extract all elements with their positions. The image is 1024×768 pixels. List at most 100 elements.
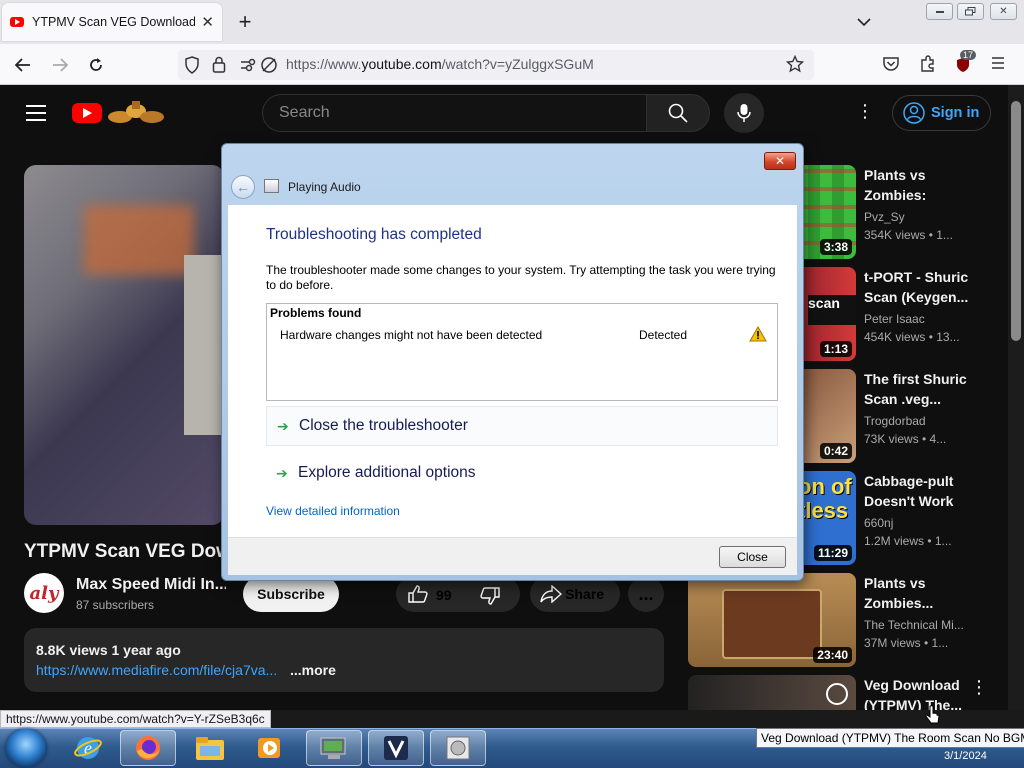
media-player-icon[interactable] <box>242 730 298 766</box>
tracking-blocked-icon[interactable] <box>260 56 278 79</box>
dialog-title: Playing Audio <box>288 180 361 194</box>
list-tabs-chevron-icon[interactable] <box>852 10 876 34</box>
dialog-close-button[interactable]: ✕ <box>764 152 796 170</box>
show-more-link[interactable]: ...more <box>290 662 336 678</box>
share-label: Share <box>565 586 604 602</box>
related-channel[interactable]: Peter Isaac <box>864 312 925 326</box>
firefox-icon[interactable] <box>120 730 176 766</box>
hamburger-menu-icon[interactable] <box>990 56 1006 75</box>
close-window-button[interactable]: ✕ <box>990 3 1017 20</box>
taskbar-tooltip: Veg Download (YTPMV) The Room Scan No BG… <box>756 728 1024 748</box>
pocket-icon[interactable] <box>882 56 900 77</box>
related-channel[interactable]: Trogdorbad <box>864 414 926 428</box>
tab-title: YTPMV Scan VEG Download - \ <box>32 15 196 29</box>
back-arrow-icon[interactable] <box>10 52 36 78</box>
share-button[interactable]: Share <box>530 576 620 612</box>
youtube-logo-icon[interactable] <box>72 103 102 123</box>
related-channel[interactable]: The Technical Mi... <box>864 618 964 632</box>
shield-icon[interactable] <box>184 56 200 79</box>
related-title[interactable]: Plants vs Zombies: <box>864 165 972 205</box>
channel-avatar[interactable]: aly <box>24 573 64 613</box>
problem-description: Hardware changes might not have been det… <box>280 328 543 342</box>
more-actions-button[interactable]: ... <box>628 576 664 612</box>
close-troubleshooter-label: Close the troubleshooter <box>299 417 468 434</box>
tab-close-icon[interactable]: ✕ <box>201 13 214 31</box>
close-troubleshooter-link[interactable]: ➔ Close the troubleshooter <box>266 406 778 446</box>
green-arrow-icon: ➔ <box>276 464 288 481</box>
file-explorer-icon[interactable] <box>182 730 238 766</box>
minimize-button[interactable] <box>926 3 953 20</box>
explore-options-link[interactable]: ➔ Explore additional options <box>266 453 778 493</box>
vegas-pro-icon[interactable] <box>368 730 424 766</box>
watch-later-icon[interactable] <box>826 683 848 705</box>
warning-icon <box>749 325 767 342</box>
dislike-icon[interactable] <box>480 587 500 610</box>
search-icon <box>668 103 688 123</box>
internet-explorer-icon[interactable]: e <box>60 730 116 766</box>
view-count-date: 8.8K views 1 year ago <box>36 642 181 658</box>
ublock-shield-icon[interactable] <box>955 57 971 78</box>
permissions-icon[interactable] <box>240 58 256 77</box>
related-title[interactable]: Veg Download (YTPMV) The... <box>864 675 972 715</box>
related-meta: 37M views • 1... <box>864 636 949 650</box>
account-icon <box>903 102 925 124</box>
related-channel[interactable]: Pvz_Sy <box>864 210 905 224</box>
sign-in-label: Sign in <box>931 105 980 121</box>
subscribe-button[interactable]: Subscribe <box>243 576 339 612</box>
related-thumbnail[interactable] <box>688 675 856 710</box>
new-tab-button[interactable]: + <box>232 9 258 35</box>
sign-in-button[interactable]: Sign in <box>892 95 991 131</box>
forward-arrow-icon[interactable] <box>47 52 73 78</box>
mouse-pointer-icon <box>925 705 941 732</box>
dialog-footer <box>228 537 797 575</box>
share-icon <box>540 585 562 603</box>
voice-search-button[interactable] <box>724 93 764 133</box>
related-title[interactable]: Plants vs Zombies... <box>864 573 972 613</box>
related-more-icon[interactable]: ⋮ <box>970 677 988 698</box>
search-input[interactable]: Search <box>262 94 646 132</box>
troubleshooter-icon <box>264 179 279 193</box>
channel-name[interactable]: Max Speed Midi In... <box>76 576 226 594</box>
guide-menu-icon[interactable] <box>26 105 46 121</box>
page-scrollbar[interactable] <box>1008 85 1024 710</box>
related-channel[interactable]: 660nj <box>864 516 893 530</box>
settings-more-icon[interactable]: ⋮ <box>856 101 874 125</box>
related-thumbnail[interactable]: 23:40 <box>688 573 856 667</box>
description-box[interactable] <box>24 628 664 692</box>
related-meta: 1.2M views • 1... <box>864 534 952 548</box>
start-button[interactable] <box>6 729 46 767</box>
related-meta: 354K views • 1... <box>864 228 953 242</box>
restore-button[interactable] <box>957 3 984 20</box>
url-text[interactable]: https://www.youtube.com/watch?v=yZulggxS… <box>286 56 594 72</box>
green-arrow-icon: ➔ <box>277 417 289 434</box>
lock-icon[interactable] <box>212 56 226 78</box>
youtube-favicon-icon <box>10 17 24 27</box>
problems-header: Problems found <box>270 306 362 320</box>
close-button[interactable]: Close <box>719 546 786 568</box>
extensions-puzzle-icon[interactable] <box>919 55 937 78</box>
related-title[interactable]: Cabbage-pult Doesn't Work i... <box>864 471 972 511</box>
system-clock-date[interactable]: 3/1/2024 <box>944 750 987 762</box>
related-title[interactable]: The first Shuric Scan .veg... <box>864 369 972 409</box>
disk-utility-icon[interactable] <box>430 730 486 766</box>
description-link[interactable]: https://www.mediafire.com/file/cja7va... <box>36 662 277 678</box>
youtube-doodle-icon[interactable] <box>106 99 166 125</box>
like-icon[interactable] <box>408 585 428 608</box>
video-duration: 3:38 <box>819 239 852 255</box>
video-title: YTPMV Scan VEG Download <box>24 541 224 562</box>
search-button[interactable] <box>646 94 710 132</box>
dialog-heading: Troubleshooting has completed <box>266 226 482 243</box>
like-count: 99 <box>436 587 452 603</box>
browser-tab[interactable]: YTPMV Scan VEG Download - \ ✕ <box>2 3 222 41</box>
bookmark-star-icon[interactable] <box>785 54 805 78</box>
view-details-link[interactable]: View detailed information <box>266 504 400 518</box>
back-arrow-icon[interactable]: ← <box>231 175 255 199</box>
extension-badge: 17 <box>960 50 977 60</box>
status-link-preview: https://www.youtube.com/watch?v=Y-rZSeB3… <box>0 710 271 728</box>
video-player[interactable] <box>24 165 224 525</box>
troubleshooter-taskbar-icon[interactable] <box>306 730 362 766</box>
reload-icon[interactable] <box>83 52 109 78</box>
microphone-icon <box>737 104 751 122</box>
related-title[interactable]: t-PORT - Shuric Scan (Keygen... <box>864 267 972 307</box>
video-duration: 11:29 <box>813 545 852 561</box>
